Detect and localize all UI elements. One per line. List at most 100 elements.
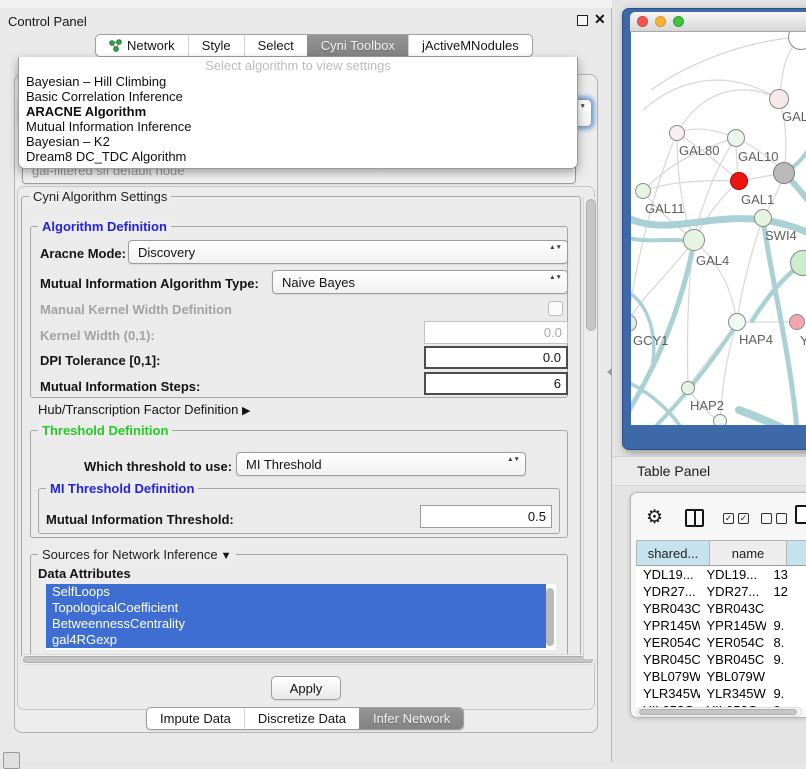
tab-select[interactable]: Select [244,35,307,56]
network-node-swi4[interactable] [754,209,772,227]
tab-network[interactable]: Network [96,35,188,56]
network-node-y[interactable] [789,314,805,330]
table-cell: YDL19... [700,567,767,582]
network-node-gal80[interactable] [669,125,685,141]
close-icon[interactable]: ✕ [594,11,606,28]
scrollbar-thumb[interactable] [23,656,593,663]
network-node-hap4[interactable] [728,313,746,331]
table-row[interactable]: YDR27...YDR27...12 [636,583,806,600]
mi-steps-label: Mutual Information Steps: [40,379,200,394]
table-horizontal-scrollbar[interactable] [636,707,802,717]
network-node-gal4[interactable] [683,229,705,251]
hub-definition-label: Hub/Transcription Factor Definition [38,402,238,417]
apply-button[interactable]: Apply [271,676,341,700]
table-row[interactable]: YBR043CYBR043C [636,600,806,617]
mi-steps-input[interactable] [424,372,568,395]
dropdown-item-bayesian-k2[interactable]: Bayesian – K2 [19,134,577,149]
dpi-tolerance-label: DPI Tolerance [0,1]: [40,353,160,368]
dropdown-item-bayesian-hill-climbing[interactable]: Bayesian – Hill Climbing [19,74,577,89]
dropdown-item-basic-correlation-inference[interactable]: Basic Correlation Inference [19,89,577,104]
table-cell: 9. [766,618,806,633]
table-cell: YER054C [700,635,767,650]
aracne-mode-combobox[interactable]: Discovery ▲▼ [128,240,568,264]
kernel-width-input[interactable] [424,321,568,344]
node-label: GAL [782,109,806,124]
data-attributes-list: SelfLoopsTopologicalCoefficientBetweenne… [46,584,556,650]
data-attributes-label: Data Attributes [38,566,131,581]
tab-impute-data[interactable]: Impute Data [147,708,244,729]
network-node-gal10[interactable] [727,129,745,147]
table-row[interactable]: YBL079WYBL079W [636,668,806,685]
table-cell: YPR145W [636,618,700,633]
tab-label: Infer Network [373,711,450,726]
dropdown-item-aracne-algorithm[interactable]: ARACNE Algorithm [19,104,577,119]
tab-cyni-toolbox[interactable]: Cyni Toolbox [307,35,408,56]
checked-column-icon[interactable]: ✓ [738,513,749,524]
table-row[interactable]: YBR045CYBR045C9. [636,651,806,668]
column-header[interactable] [787,541,806,566]
table-cell: YBR043C [636,601,700,616]
sources-group-title[interactable]: Sources for Network Inference ▼ [38,547,236,562]
data-attribute-item[interactable]: BetweennessCentrality [46,616,546,632]
unchecked-column-icon[interactable] [776,513,787,524]
tab-jactivemnodules[interactable]: jActiveMNodules [408,35,532,56]
data-attribute-item[interactable]: SelfLoops [46,584,546,600]
tab-style[interactable]: Style [188,35,244,56]
network-node-gal1[interactable] [730,172,748,190]
table-row[interactable]: YPR145WYPR145W9. [636,617,806,634]
node-label: GAL1 [741,192,774,207]
node-label: SWI4 [765,228,797,243]
table-cell: YDR27... [700,584,767,599]
table-row[interactable]: YER054CYER054C8. [636,634,806,651]
table-row[interactable]: YLR345WYLR345W9. [636,685,806,702]
scrollbar-thumb[interactable] [639,709,797,715]
column-header[interactable]: shared... [637,541,710,566]
gear-icon[interactable]: ⚙ [646,506,663,529]
manual-kernel-checkbox[interactable] [548,301,563,316]
column-header[interactable]: name [710,541,787,566]
control-panel-tab-bar: NetworkStyleSelectCyni Toolbox jActiveMNo… [95,34,533,57]
dropdown-item-dream8-dc-tdc-algorithm[interactable]: Dream8 DC_TDC Algorithm [19,149,577,164]
node-label: GAL80 [679,143,719,158]
mi-type-combobox[interactable]: Naive Bayes ▲▼ [272,270,568,294]
network-node-gal11[interactable] [635,183,651,199]
zoom-traffic-light[interactable] [673,16,684,27]
dropdown-item-mutual-information-inference[interactable]: Mutual Information Inference [19,119,577,134]
group-title: Threshold Definition [38,423,172,438]
float-window-icon[interactable] [577,15,588,26]
settings-scrollbar[interactable] [583,197,597,659]
stepper-icon: ▲▼ [507,457,520,463]
dpi-tolerance-input[interactable] [424,346,568,369]
tab-discretize-data[interactable]: Discretize Data [244,708,359,729]
table-cell: YBR045C [636,652,700,667]
mi-type-label: Mutual Information Algorithm Type: [40,276,259,291]
table-row[interactable]: YDL19...YDL19...13 [636,566,806,583]
data-attribute-item[interactable]: TopologicalCoefficient [46,600,546,616]
list-scrollbar-thumb[interactable] [546,588,554,646]
table-cell: YPR145W [700,618,767,633]
hub-definition-toggle[interactable]: Hub/Transcription Factor Definition ▶ [38,402,250,417]
data-attribute-item[interactable]: gal4RGexp [46,632,546,648]
unchecked-column-icon[interactable] [761,513,772,524]
checked-column-icon[interactable]: ✓ [723,513,734,524]
minimize-traffic-light[interactable] [655,16,666,27]
aracne-mode-value: Discovery [138,245,195,260]
tab-infer-network[interactable]: Infer Network [359,708,463,729]
which-threshold-label: Which threshold to use: [84,459,232,474]
mi-threshold-input[interactable] [420,505,552,528]
network-node[interactable] [773,162,795,184]
network-node-hap2[interactable] [681,381,695,395]
scrollbar-thumb[interactable] [586,199,596,331]
network-node[interactable] [713,414,727,425]
network-node-gal[interactable] [769,89,789,109]
close-traffic-light[interactable] [637,16,648,27]
horizontal-scrollbar[interactable] [20,654,596,665]
which-threshold-combobox[interactable]: MI Threshold ▲▼ [236,452,526,476]
network-canvas[interactable]: GALGAL80GAL10GAL1GAL11SWI4GAL4GCY1HAP4YH… [631,32,806,425]
tab-label: jActiveMNodules [422,38,519,53]
split-pane-collapse-icon[interactable] [607,368,612,376]
file-icon[interactable] [795,505,806,524]
sources-title-text: Sources for Network Inference [42,547,218,562]
minimized-window-icon[interactable] [3,752,20,769]
columns-icon[interactable] [685,509,704,527]
